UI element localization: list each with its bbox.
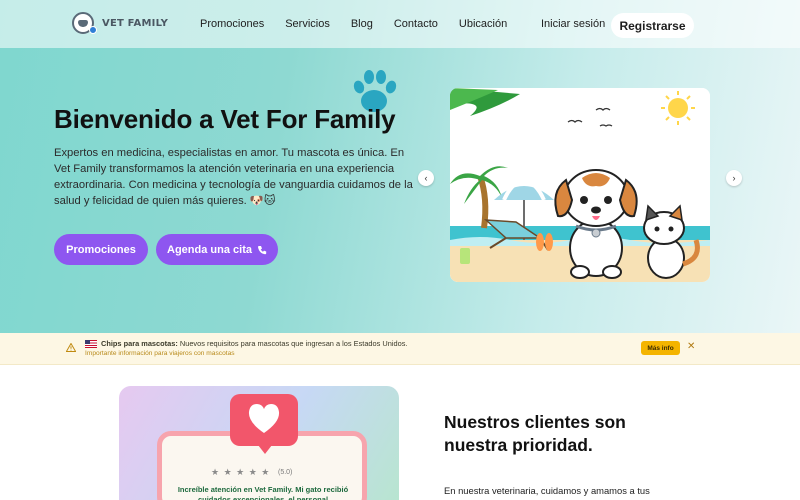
hero-description: Expertos en medicina, especialistas en a… xyxy=(54,147,413,207)
more-info-button[interactable]: Más info xyxy=(641,341,680,355)
alert-banner xyxy=(0,333,800,365)
carousel-prev-button[interactable]: ‹ xyxy=(418,170,434,186)
nav-links: Promociones Servicios Blog Contacto Ubic… xyxy=(200,18,528,30)
alert-title: Chips para mascotas: xyxy=(101,339,178,348)
nav-link-blog[interactable]: Blog xyxy=(351,18,373,30)
phone-icon xyxy=(257,245,267,254)
rating-value: (5.0) xyxy=(278,469,293,476)
heart-icon xyxy=(248,404,280,433)
warning-icon xyxy=(66,343,76,352)
register-button[interactable]: Registrarse xyxy=(611,13,694,38)
promotions-button[interactable]: Promociones xyxy=(54,234,148,265)
carousel-next-button[interactable]: › xyxy=(726,170,742,186)
book-appointment-button[interactable]: Agenda una cita xyxy=(156,234,278,265)
close-alert-button[interactable]: ✕ xyxy=(687,341,695,352)
hero-title: Bienvenido a Vet For Family xyxy=(54,104,396,134)
login-link[interactable]: Iniciar sesión xyxy=(541,18,605,30)
site-logo[interactable]: VET FAMILY xyxy=(72,12,168,34)
review-quote: Increíble atención en Vet Family. Mi gat… xyxy=(177,485,349,500)
nav-link-servicios[interactable]: Servicios xyxy=(285,18,330,30)
rating-stars: ★ ★ ★ ★ ★ xyxy=(211,467,271,477)
section-title: Nuestros clientes son nuestra prioridad. xyxy=(444,412,626,455)
book-appointment-label: Agenda una cita xyxy=(167,243,252,256)
hero-illustration xyxy=(450,88,710,282)
beach-pets-illustration xyxy=(450,88,710,282)
section-text: En nuestra veterinaria, cuidamos y amamo… xyxy=(444,485,650,496)
alert-message: Chips para mascotas: Nuevos requisitos p… xyxy=(101,339,407,348)
logo-badge-icon xyxy=(89,26,97,34)
nav-link-ubicacion[interactable]: Ubicación xyxy=(459,18,507,30)
nav-link-contacto[interactable]: Contacto xyxy=(394,18,438,30)
alert-subtext[interactable]: Importante información para viajeros con… xyxy=(85,350,235,357)
logo-text: VET FAMILY xyxy=(102,17,169,29)
us-flag-icon xyxy=(85,340,97,348)
alert-text: Nuevos requisitos para mascotas que ingr… xyxy=(177,339,408,348)
nav-link-promociones[interactable]: Promociones xyxy=(200,18,264,30)
top-navbar: VET FAMILY Promociones Servicios Blog Co… xyxy=(0,0,800,48)
